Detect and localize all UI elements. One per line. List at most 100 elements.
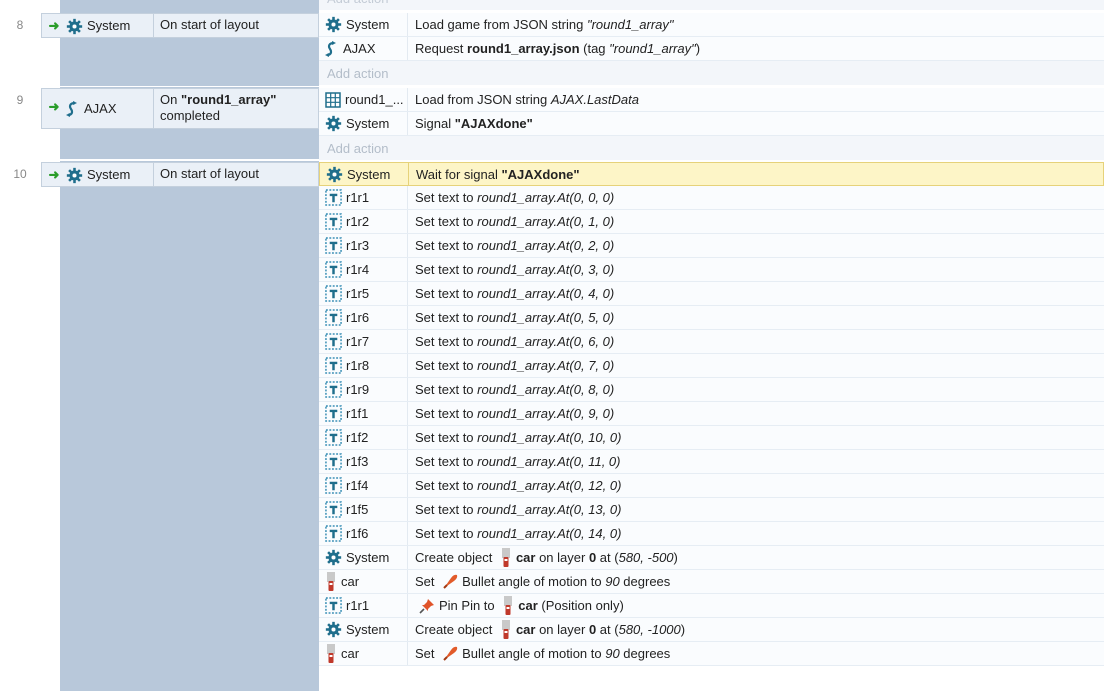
- action-object[interactable]: r1r9: [319, 378, 408, 401]
- action-row[interactable]: r1f2 Set text to round1_array.At(0, 10, …: [319, 426, 1104, 450]
- action-description[interactable]: Set text to round1_array.At(0, 9, 0): [408, 402, 1104, 425]
- condition[interactable]: ➜ System On start of layout: [41, 13, 319, 38]
- action-object[interactable]: r1r7: [319, 330, 408, 353]
- action-description[interactable]: Set text to round1_array.At(0, 13, 0): [408, 498, 1104, 521]
- condition-object: System: [66, 14, 154, 37]
- add-action-link[interactable]: Add action: [319, 136, 1104, 160]
- ajax-icon: [66, 101, 80, 120]
- action-row[interactable]: car Set Bullet angle of motion to 90 deg…: [319, 570, 1104, 594]
- action-object[interactable]: round1_...: [319, 88, 408, 111]
- action-description[interactable]: Set text to round1_array.At(0, 7, 0): [408, 354, 1104, 377]
- condition[interactable]: ➜ AJAX On "round1_array" completed: [41, 88, 319, 129]
- action-object[interactable]: System: [319, 112, 408, 135]
- action-object-name: System: [346, 17, 390, 32]
- action-row[interactable]: r1f1 Set text to round1_array.At(0, 9, 0…: [319, 402, 1104, 426]
- action-object[interactable]: r1r1: [319, 594, 408, 617]
- action-row[interactable]: r1f6 Set text to round1_array.At(0, 14, …: [319, 522, 1104, 546]
- action-row[interactable]: r1r1 Set text to round1_array.At(0, 0, 0…: [319, 186, 1104, 210]
- action-row[interactable]: System Load game from JSON string "round…: [319, 13, 1104, 37]
- action-object[interactable]: r1f1: [319, 402, 408, 425]
- action-description[interactable]: Set text to round1_array.At(0, 2, 0): [408, 234, 1104, 257]
- action-object[interactable]: System: [320, 163, 409, 185]
- action-object[interactable]: AJAX: [319, 37, 408, 60]
- action-description[interactable]: Set text to round1_array.At(0, 11, 0): [408, 450, 1104, 473]
- action-description[interactable]: Load game from JSON string "round1_array…: [408, 13, 1104, 36]
- action-description[interactable]: Set text to round1_array.At(0, 8, 0): [408, 378, 1104, 401]
- action-description[interactable]: Set text to round1_array.At(0, 4, 0): [408, 282, 1104, 305]
- action-row[interactable]: System Create object car on layer 0 at (…: [319, 618, 1104, 642]
- condition[interactable]: ➜ System On start of layout: [41, 162, 319, 187]
- action-description[interactable]: Set text to round1_array.At(0, 1, 0): [408, 210, 1104, 233]
- action-object[interactable]: r1r6: [319, 306, 408, 329]
- action-row[interactable]: r1r9 Set text to round1_array.At(0, 8, 0…: [319, 378, 1104, 402]
- action-object[interactable]: r1f2: [319, 426, 408, 449]
- action-row[interactable]: r1r6 Set text to round1_array.At(0, 5, 0…: [319, 306, 1104, 330]
- action-object-name: car: [341, 646, 360, 661]
- action-description[interactable]: Set text to round1_array.At(0, 12, 0): [408, 474, 1104, 497]
- action-object[interactable]: System: [319, 618, 408, 641]
- action-row[interactable]: r1r5 Set text to round1_array.At(0, 4, 0…: [319, 282, 1104, 306]
- add-action-link[interactable]: Add action: [319, 0, 1104, 10]
- action-object[interactable]: r1r4: [319, 258, 408, 281]
- action-description[interactable]: Request round1_array.json (tag "round1_a…: [408, 37, 1104, 60]
- action-row[interactable]: AJAX Request round1_array.json (tag "rou…: [319, 37, 1104, 61]
- action-object-name: r1r1: [346, 190, 370, 205]
- action-row[interactable]: r1r2 Set text to round1_array.At(0, 1, 0…: [319, 210, 1104, 234]
- gear-icon: [325, 549, 342, 566]
- action-object[interactable]: r1f3: [319, 450, 408, 473]
- action-description[interactable]: Set text to round1_array.At(0, 0, 0): [408, 186, 1104, 209]
- param-bold: "AJAXdone": [501, 166, 580, 182]
- add-action-link[interactable]: Add action: [319, 61, 1104, 85]
- action-object[interactable]: r1r1: [319, 186, 408, 209]
- action-description[interactable]: Set text to round1_array.At(0, 3, 0): [408, 258, 1104, 281]
- event-row-10[interactable]: 10 ➜ System On start of layout System Wa…: [0, 161, 1104, 691]
- action-description[interactable]: Load from JSON string AJAX.LastData: [408, 88, 1104, 111]
- action-row[interactable]: r1r7 Set text to round1_array.At(0, 6, 0…: [319, 330, 1104, 354]
- action-row[interactable]: r1f3 Set text to round1_array.At(0, 11, …: [319, 450, 1104, 474]
- action-row[interactable]: r1r8 Set text to round1_array.At(0, 7, 0…: [319, 354, 1104, 378]
- action-object[interactable]: System: [319, 546, 408, 569]
- action-description[interactable]: Signal "AJAXdone": [408, 112, 1104, 135]
- action-object[interactable]: r1r2: [319, 210, 408, 233]
- action-description[interactable]: Create object car on layer 0 at (580, -5…: [408, 546, 1104, 569]
- action-object[interactable]: r1f6: [319, 522, 408, 545]
- action-description[interactable]: Set Bullet angle of motion to 90 degrees: [408, 642, 1104, 665]
- action-text: Set text to: [415, 190, 478, 205]
- action-text: ): [673, 550, 678, 565]
- action-object-name: r1f3: [346, 454, 369, 469]
- action-row[interactable]: r1r4 Set text to round1_array.At(0, 3, 0…: [319, 258, 1104, 282]
- action-row[interactable]: round1_... Load from JSON string AJAX.La…: [319, 88, 1104, 112]
- action-object[interactable]: r1f5: [319, 498, 408, 521]
- action-row[interactable]: System Create object car on layer 0 at (…: [319, 546, 1104, 570]
- action-description[interactable]: Set text to round1_array.At(0, 5, 0): [408, 306, 1104, 329]
- action-description[interactable]: Wait for signal "AJAXdone": [409, 163, 1103, 185]
- action-row[interactable]: System Signal "AJAXdone": [319, 112, 1104, 136]
- action-description[interactable]: Set text to round1_array.At(0, 10, 0): [408, 426, 1104, 449]
- action-description[interactable]: Pin Pin to car (Position only): [408, 594, 1104, 617]
- action-row[interactable]: r1f5 Set text to round1_array.At(0, 13, …: [319, 498, 1104, 522]
- action-object[interactable]: car: [319, 570, 408, 593]
- action-description[interactable]: Set text to round1_array.At(0, 6, 0): [408, 330, 1104, 353]
- action-row[interactable]: r1f4 Set text to round1_array.At(0, 12, …: [319, 474, 1104, 498]
- action-row[interactable]: car Set Bullet angle of motion to 90 deg…: [319, 642, 1104, 666]
- action-object[interactable]: r1f4: [319, 474, 408, 497]
- action-object[interactable]: r1r8: [319, 354, 408, 377]
- condition-text: On "round1_array" completed: [154, 89, 318, 128]
- action-object[interactable]: r1r3: [319, 234, 408, 257]
- action-row[interactable]: r1r3 Set text to round1_array.At(0, 2, 0…: [319, 234, 1104, 258]
- param-expression: round1_array.At(0, 8, 0): [477, 382, 615, 397]
- action-row[interactable]: System Wait for signal "AJAXdone": [319, 162, 1104, 186]
- event-row-9[interactable]: 9 ➜ AJAX On "round1_array" completed rou…: [0, 87, 1104, 160]
- event-row-8[interactable]: 8 ➜ System On start of layout System Loa…: [0, 12, 1104, 86]
- action-row[interactable]: r1r1 Pin Pin to car (Position only): [319, 594, 1104, 618]
- action-description[interactable]: Create object car on layer 0 at (580, -1…: [408, 618, 1104, 641]
- action-description[interactable]: Set Bullet angle of motion to 90 degrees: [408, 570, 1104, 593]
- action-object[interactable]: car: [319, 642, 408, 665]
- action-description[interactable]: Set text to round1_array.At(0, 14, 0): [408, 522, 1104, 545]
- bullet-icon: [442, 574, 458, 590]
- text-object-icon: [325, 213, 342, 230]
- action-object[interactable]: r1r5: [319, 282, 408, 305]
- param-expression: round1_array.At(0, 9, 0): [477, 406, 615, 421]
- param-expression: round1_array.At(0, 10, 0): [477, 430, 622, 445]
- action-object[interactable]: System: [319, 13, 408, 36]
